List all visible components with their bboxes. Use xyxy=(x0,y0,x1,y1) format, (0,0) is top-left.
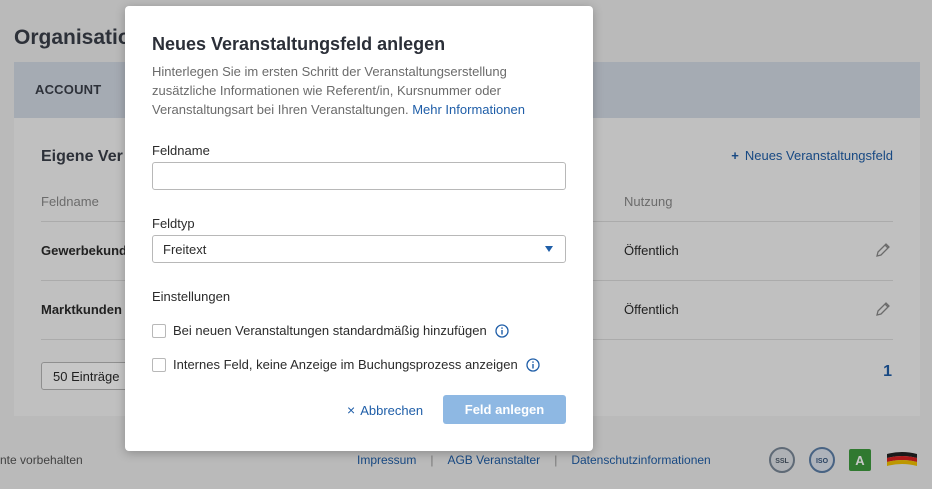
field-type-select[interactable]: Freitext xyxy=(152,235,566,263)
close-icon: × xyxy=(347,402,356,418)
settings-label: Einstellungen xyxy=(152,289,231,304)
default-add-option: Bei neuen Veranstaltungen standardmäßig … xyxy=(152,323,509,338)
field-type-label: Feldtyp xyxy=(152,216,195,231)
info-icon[interactable] xyxy=(495,324,509,338)
more-info-link[interactable]: Mehr Informationen xyxy=(412,102,525,117)
field-name-input[interactable] xyxy=(152,162,566,190)
cancel-button-label: Abbrechen xyxy=(360,403,424,418)
info-icon[interactable] xyxy=(526,358,540,372)
cancel-button[interactable]: × Abbrechen xyxy=(347,402,423,418)
dialog-title: Neues Veranstaltungsfeld anlegen xyxy=(152,34,446,54)
caret-down-icon xyxy=(545,246,553,252)
internal-field-label[interactable]: Internes Feld, keine Anzeige im Buchungs… xyxy=(173,357,518,372)
default-add-label[interactable]: Bei neuen Veranstaltungen standardmäßig … xyxy=(173,323,487,338)
create-field-button[interactable]: Feld anlegen xyxy=(443,395,566,424)
internal-field-option: Internes Feld, keine Anzeige im Buchungs… xyxy=(152,357,540,372)
field-type-value: Freitext xyxy=(163,242,207,257)
new-event-field-dialog: Neues Veranstaltungsfeld anlegen Hinterl… xyxy=(125,6,593,451)
internal-field-checkbox[interactable] xyxy=(152,358,166,372)
field-name-label: Feldname xyxy=(152,143,210,158)
dialog-description: Hinterlegen Sie im ersten Schritt der Ve… xyxy=(152,62,572,119)
default-add-checkbox[interactable] xyxy=(152,324,166,338)
